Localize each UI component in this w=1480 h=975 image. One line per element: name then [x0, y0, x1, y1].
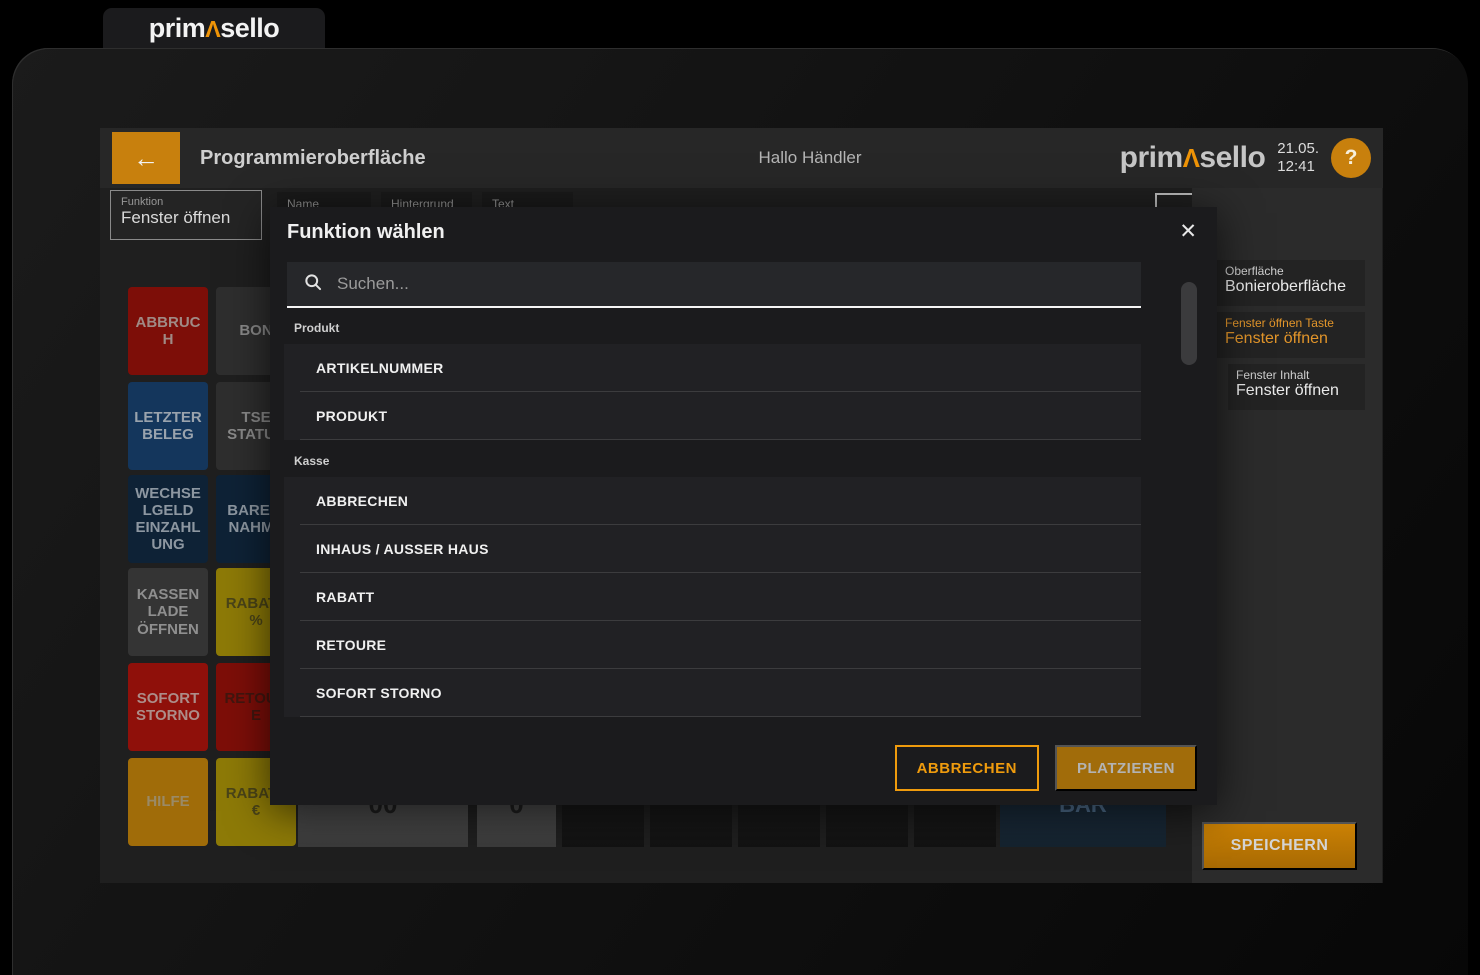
screen: primΛsello ← Programmieroberfläche Hallo… — [0, 0, 1480, 975]
grid-button-kassenlade-ffnen[interactable]: KASSENLADE ÖFFNEN — [128, 568, 208, 656]
datetime: 21.05. 12:41 — [1277, 140, 1319, 176]
help-button[interactable]: ? — [1331, 138, 1371, 178]
cancel-button[interactable]: ABBRECHEN — [895, 745, 1039, 791]
function-list-item-retoure[interactable]: RETOURE — [284, 621, 1141, 669]
function-list-item-artikelnummer[interactable]: ARTIKELNUMMER — [284, 344, 1141, 392]
brand-logo: primΛsello — [149, 13, 280, 44]
function-list: Produkt ARTIKELNUMMERPRODUKT Kasse ABBRECHE… — [284, 307, 1141, 717]
app-header: ← Programmieroberfläche Hallo Händler pr… — [100, 128, 1383, 188]
brand-logo-mark: Λ — [1183, 145, 1200, 173]
drawer-field-fenster-inhalt[interactable]: Fenster InhaltFenster öffnen — [1228, 364, 1365, 410]
function-list-item-produkt[interactable]: PRODUKT — [284, 392, 1141, 440]
funktion-field-label: Funktion — [121, 196, 251, 208]
page-title: Programmieroberfläche — [200, 128, 426, 188]
grid-button-wechselgeld-einzahlung[interactable]: WECHSELGELD EINZAHLUNG — [128, 475, 208, 563]
date-label: 21.05. — [1277, 140, 1319, 158]
drawer-field-value: Fenster öffnen — [1236, 382, 1339, 399]
drawer-field-oberfl-che[interactable]: OberflächeBonieroberfläche — [1217, 260, 1365, 306]
function-list-item-sofort-storno[interactable]: SOFORT STORNO — [284, 669, 1141, 717]
function-list-item-inhaus-ausser-haus[interactable]: INHAUS / AUSSER HAUS — [284, 525, 1141, 573]
back-arrow-icon: ← — [133, 143, 159, 174]
place-button[interactable]: PLATZIEREN — [1055, 745, 1197, 791]
dialog-title: Funktion wählen — [287, 221, 445, 244]
function-section-label-produkt: Produkt — [294, 321, 1141, 335]
function-list-item-abbrechen[interactable]: ABBRECHEN — [284, 477, 1141, 525]
function-select-dialog: Funktion wählen ✕ Produkt ARTIKELNUMMERPR… — [270, 207, 1217, 805]
header-right: primΛsello 21.05. 12:41 ? — [1120, 128, 1371, 188]
function-group-produkt: ARTIKELNUMMERPRODUKT — [284, 344, 1141, 440]
app-tab[interactable]: primΛsello — [103, 8, 325, 48]
function-section-label-kasse: Kasse — [294, 454, 1141, 468]
question-icon: ? — [1345, 146, 1358, 170]
properties-drawer: OberflächeBonieroberfläche Fenster öffnen… — [1192, 188, 1382, 883]
grid-button-hilfe[interactable]: HILFE — [128, 758, 208, 846]
grid-button-abbruch[interactable]: ABBRUCH — [128, 287, 208, 375]
brand-logo-mark: Λ — [205, 16, 220, 42]
grid-button-letzter-beleg[interactable]: LETZTER BELEG — [128, 382, 208, 470]
drawer-field-label: Fenster Inhalt — [1236, 368, 1357, 382]
user-greeting: Hallo Händler — [660, 128, 960, 188]
search-box — [287, 262, 1141, 308]
drawer-field-value: Fenster öffnen — [1225, 330, 1328, 347]
dialog-scrollbar[interactable] — [1181, 282, 1197, 365]
funktion-field[interactable]: Funktion Fenster öffnen — [110, 190, 262, 240]
save-button[interactable]: SPEICHERN — [1202, 822, 1357, 870]
grid-button-sofort-storno[interactable]: SOFORT STORNO — [128, 663, 208, 751]
drawer-field-value: Bonieroberfläche — [1225, 278, 1346, 295]
function-group-kasse: ABBRECHENINHAUS / AUSSER HAUSRABATTRETOU… — [284, 477, 1141, 717]
time-label: 12:41 — [1277, 158, 1319, 176]
function-list-item-rabatt[interactable]: RABATT — [284, 573, 1141, 621]
search-icon — [303, 272, 323, 297]
drawer-field-label: Oberfläche — [1225, 264, 1357, 278]
dialog-footer: ABBRECHEN PLATZIEREN — [895, 745, 1197, 791]
close-icon[interactable]: ✕ — [1179, 219, 1197, 244]
search-input[interactable] — [337, 274, 1125, 294]
drawer-field-fenster-ffnen-taste[interactable]: Fenster öffnen TasteFenster öffnen — [1217, 312, 1365, 358]
drawer-field-label: Fenster öffnen Taste — [1225, 316, 1357, 330]
back-button[interactable]: ← — [112, 132, 180, 184]
brand-logo: primΛsello — [1120, 141, 1266, 175]
funktion-field-value: Fenster öffnen — [121, 208, 230, 227]
